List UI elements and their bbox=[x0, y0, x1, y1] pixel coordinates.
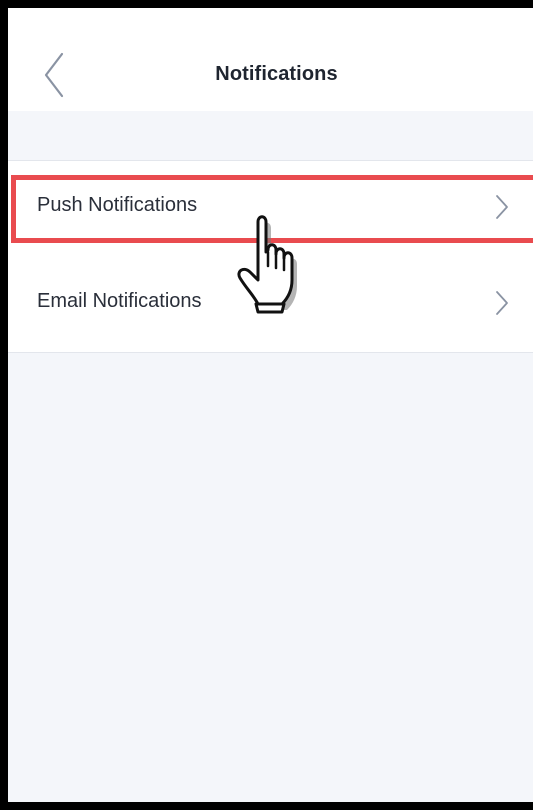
empty-content-area bbox=[8, 353, 533, 802]
chevron-right-icon bbox=[495, 290, 509, 316]
push-notifications-row[interactable]: Push Notifications bbox=[8, 161, 533, 256]
page-title: Notifications bbox=[215, 63, 338, 85]
phone-screen: Notifications Push Notifications Email N… bbox=[0, 0, 533, 810]
email-notifications-row[interactable]: Email Notifications bbox=[8, 257, 533, 352]
notification-settings-list: Push Notifications Email Notifications bbox=[8, 161, 533, 353]
chevron-right-icon bbox=[495, 194, 509, 220]
push-notifications-label: Push Notifications bbox=[37, 194, 198, 216]
section-spacer bbox=[8, 111, 533, 161]
top-navigation-bar: Notifications bbox=[8, 8, 533, 111]
email-notifications-label: Email Notifications bbox=[37, 290, 202, 312]
